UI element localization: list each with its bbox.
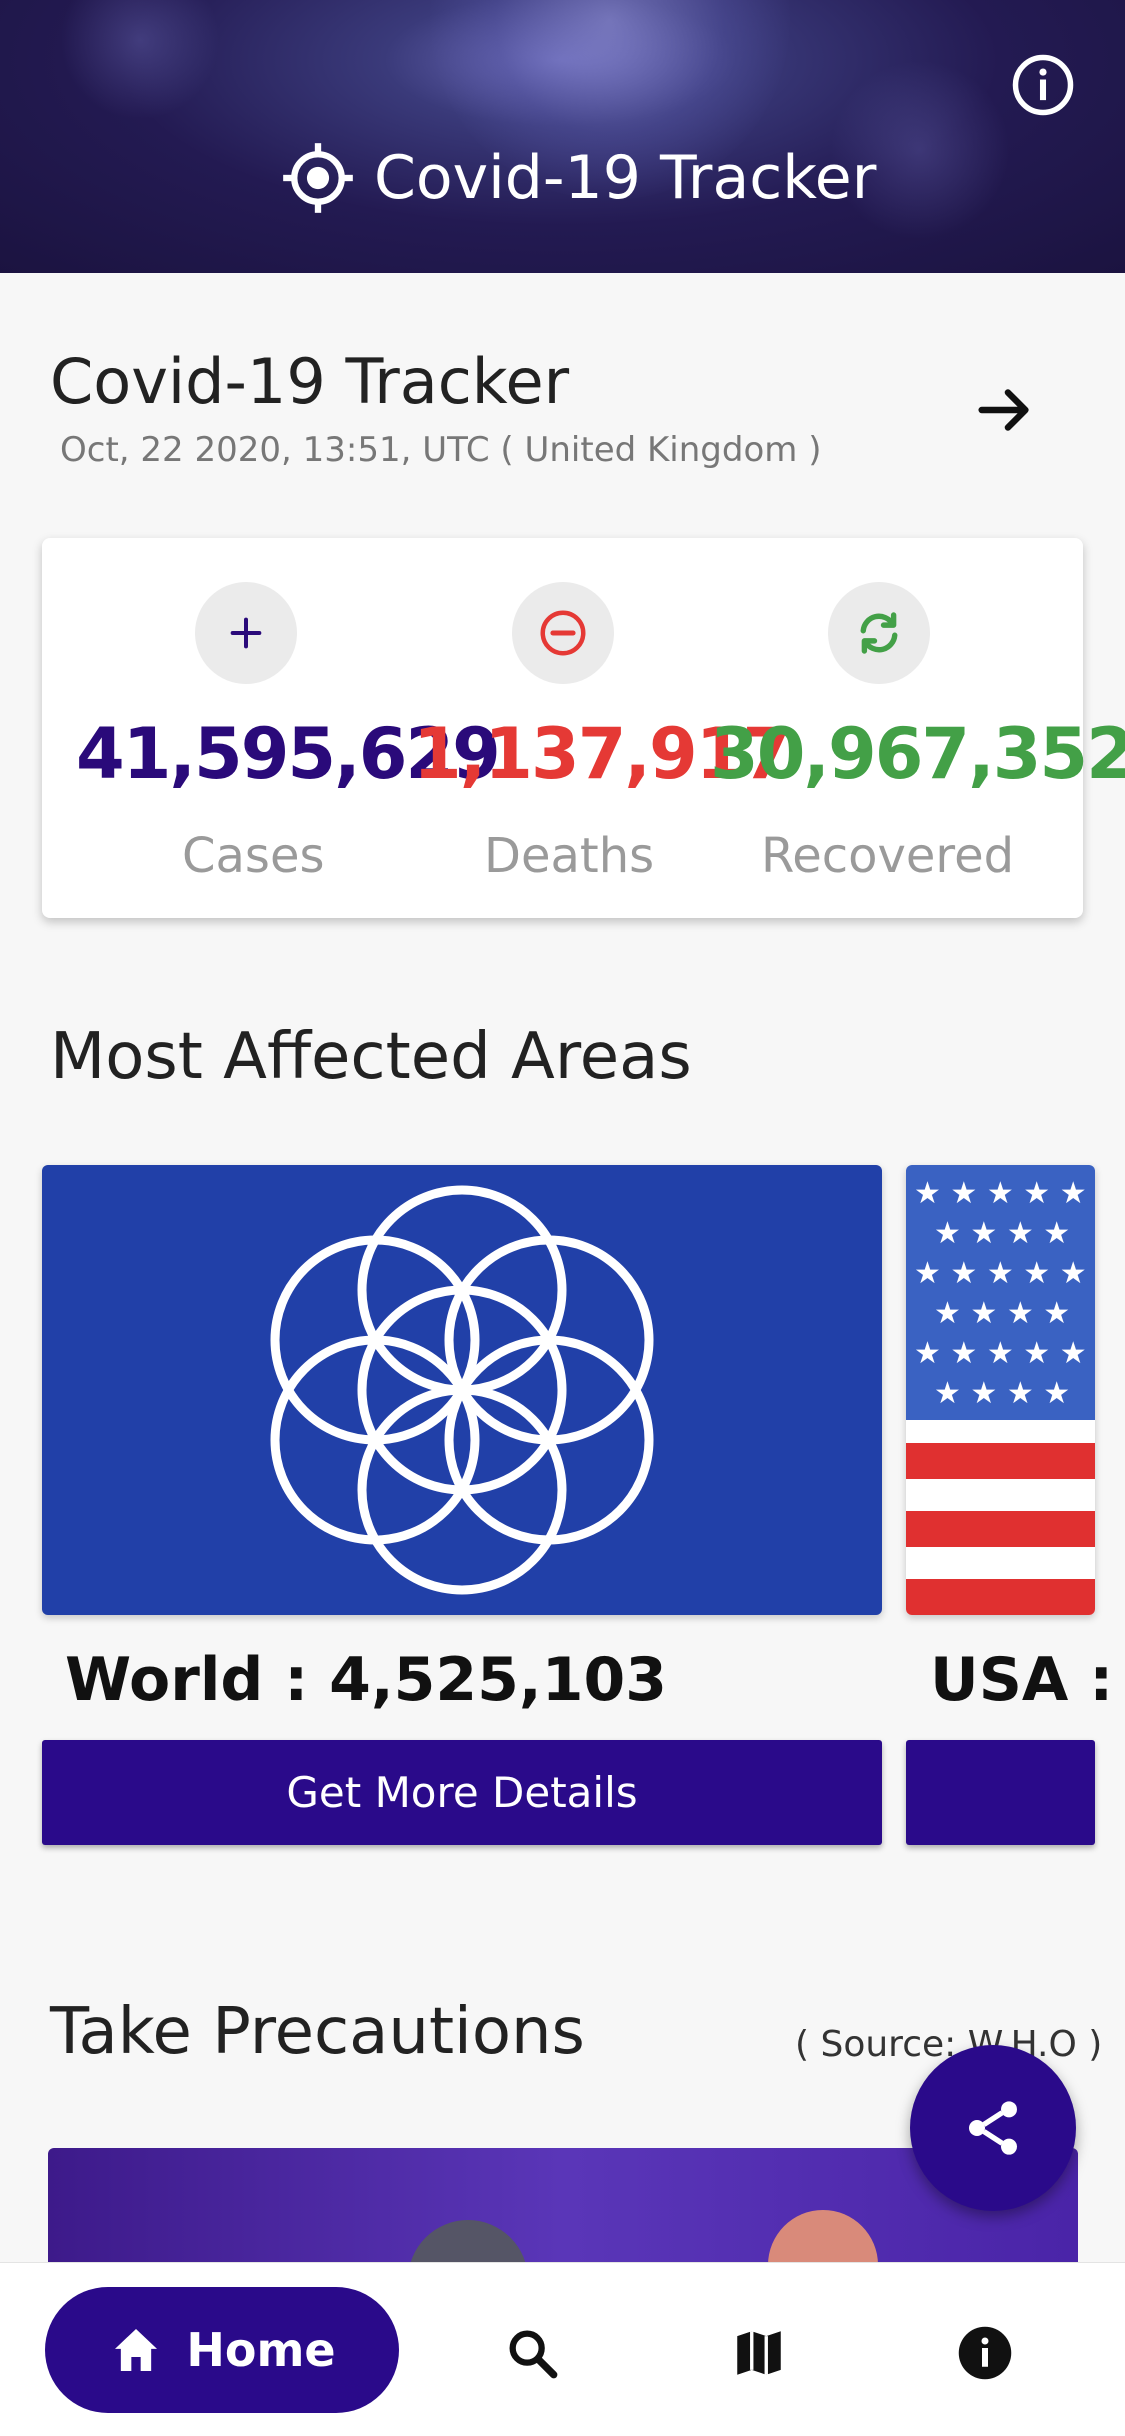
usa-details-button[interactable] (906, 1740, 1095, 1845)
nav-map-button[interactable] (724, 2318, 794, 2388)
header-title: Covid-19 Tracker (280, 140, 876, 216)
share-icon (969, 2101, 1017, 2155)
info-icon[interactable] (1010, 52, 1076, 118)
svg-text:★ ★ ★ ★: ★ ★ ★ ★ (934, 1296, 1070, 1331)
svg-text:★ ★ ★ ★: ★ ★ ★ ★ (934, 1216, 1070, 1251)
app-header: Covid-19 Tracker (0, 0, 1125, 273)
take-precautions-title: Take Precautions (50, 1995, 585, 2069)
svg-text:★ ★ ★ ★ ★: ★ ★ ★ ★ ★ (914, 1256, 1087, 1291)
page-title: Covid-19 Tracker (50, 345, 570, 418)
global-stats-card: 41,595,629 1,137,917 30,967,352 Cases De… (42, 538, 1125, 918)
header-title-text: Covid-19 Tracker (374, 143, 877, 213)
deaths-label: Deaths (484, 828, 655, 884)
bottom-navigation: Home (0, 2262, 1125, 2436)
recovered-value: 30,967,352 (710, 713, 1125, 795)
arrow-right-icon[interactable] (970, 375, 1040, 445)
recovered-label: Recovered (761, 828, 1015, 884)
last-updated-timestamp: Oct, 22 2020, 13:51, UTC ( United Kingdo… (60, 430, 822, 470)
info-icon (958, 2326, 1012, 2380)
home-icon (115, 2329, 158, 2371)
usa-flag[interactable]: ★ ★ ★ ★ ★ ★ ★ ★ ★ ★ ★ ★ ★ ★ ★ ★ ★ ★ ★ ★ … (906, 1165, 1095, 1615)
world-area-name: World : 4,525,103 (65, 1645, 667, 1715)
svg-text:★ ★ ★ ★: ★ ★ ★ ★ (934, 1376, 1070, 1411)
world-details-button[interactable]: Get More Details (42, 1740, 882, 1845)
crosshair-icon (283, 143, 353, 213)
usa-flag-graphic: ★ ★ ★ ★ ★ ★ ★ ★ ★ ★ ★ ★ ★ ★ ★ ★ ★ ★ ★ ★ … (906, 1165, 1095, 1615)
svg-text:★ ★ ★ ★ ★: ★ ★ ★ ★ ★ (914, 1176, 1087, 1211)
world-flag-emblem (270, 1185, 654, 1595)
svg-text:★ ★ ★ ★ ★: ★ ★ ★ ★ ★ (914, 1336, 1087, 1371)
nav-home-button[interactable]: Home (45, 2287, 399, 2413)
world-flag[interactable] (42, 1165, 882, 1615)
share-button[interactable] (910, 2045, 1076, 2211)
cases-label: Cases (182, 828, 325, 884)
nav-info-button[interactable] (950, 2318, 1020, 2388)
cases-icon-badge (195, 582, 297, 684)
most-affected-title: Most Affected Areas (50, 1020, 692, 1094)
minus-circle-icon (540, 610, 586, 656)
refresh-icon (860, 612, 898, 654)
map-icon (737, 2331, 781, 2375)
recovered-icon-badge (828, 582, 930, 684)
nav-search-button[interactable] (497, 2318, 567, 2388)
search-icon (509, 2330, 558, 2379)
deaths-icon-badge (512, 582, 614, 684)
usa-area-name: USA : (930, 1645, 1114, 1715)
plus-icon (230, 617, 262, 649)
nav-home-label: Home (186, 2323, 336, 2377)
